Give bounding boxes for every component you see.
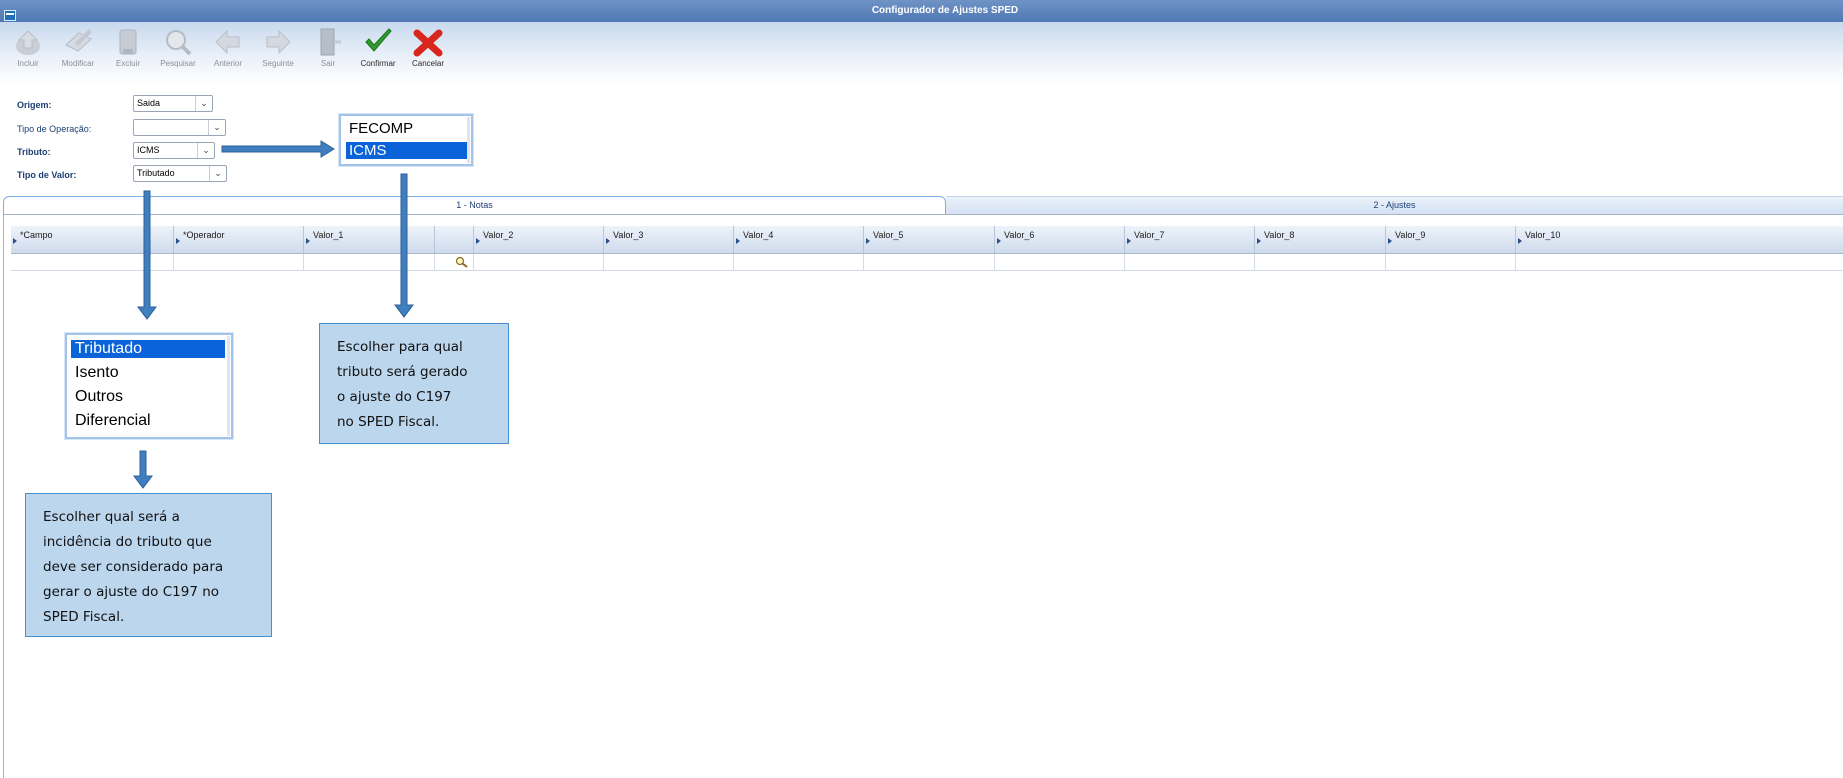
scrollbar[interactable] bbox=[467, 117, 470, 163]
scrollbar[interactable] bbox=[227, 336, 230, 436]
list-item[interactable]: Tributado bbox=[71, 340, 225, 358]
list-item[interactable]: Isento bbox=[75, 364, 119, 382]
arrow-tributo-to-list bbox=[221, 140, 335, 158]
annotation-arrows bbox=[133, 140, 414, 489]
list-item[interactable]: Diferencial bbox=[75, 412, 151, 430]
arrow-list-to-callout bbox=[394, 173, 414, 318]
arrow-listbox-to-callout bbox=[133, 450, 153, 489]
list-item[interactable]: FECOMP bbox=[349, 120, 459, 137]
arrow-tipovalor-down bbox=[137, 190, 157, 320]
tributo-dropdown-list[interactable]: FECOMP ICMS bbox=[339, 114, 473, 166]
list-item[interactable]: Outros bbox=[75, 388, 123, 406]
tipo-valor-dropdown-list[interactable]: Tributado Isento Outros Diferencial bbox=[65, 333, 233, 439]
tributo-callout: Escolher para qual tributo será gerado o… bbox=[319, 323, 509, 444]
tipo-valor-callout: Escolher qual será a incidência do tribu… bbox=[25, 493, 272, 637]
list-item[interactable]: ICMS bbox=[346, 142, 470, 159]
